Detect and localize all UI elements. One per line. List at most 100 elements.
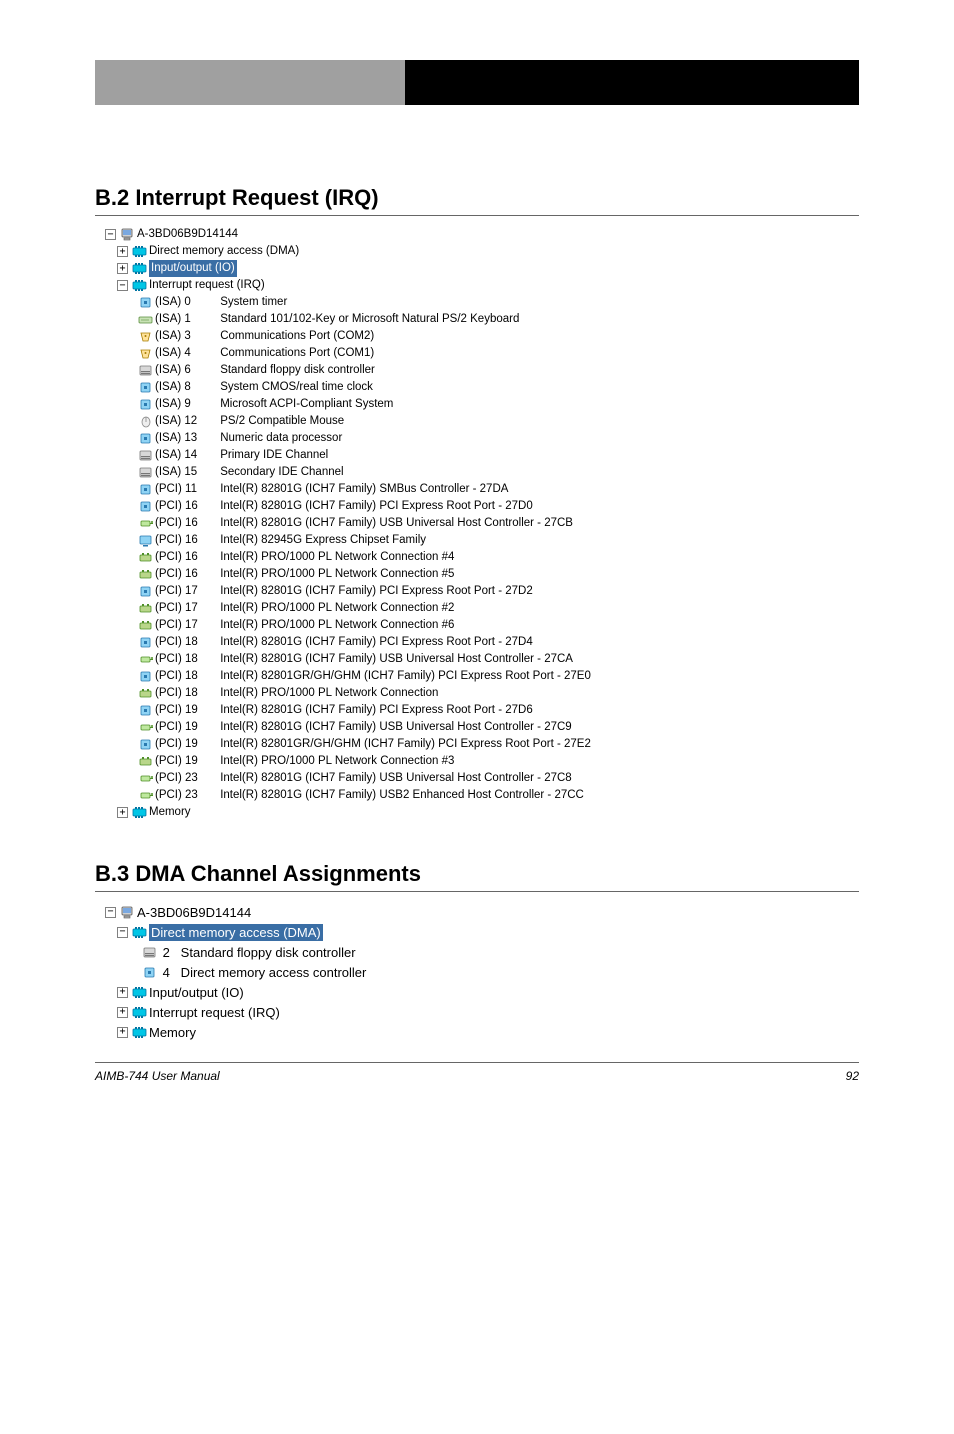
resource-icon: [131, 278, 147, 294]
resource-icon: [131, 805, 147, 821]
tree-item[interactable]: (PCI) 16 Intel(R) PRO/1000 PL Network Co…: [105, 549, 859, 566]
collapse-icon[interactable]: −: [117, 927, 128, 938]
computer-icon: [119, 904, 135, 920]
tree-item[interactable]: (ISA) 4 Communications Port (COM1): [105, 345, 859, 362]
tree-item[interactable]: (PCI) 17 Intel(R) 82801G (ICH7 Family) P…: [105, 583, 859, 600]
port-icon: [137, 329, 153, 345]
chip-icon: [137, 669, 153, 685]
tree-item[interactable]: (ISA) 3 Communications Port (COM2): [105, 328, 859, 345]
tree-item[interactable]: (PCI) 16 Intel(R) 82801G (ICH7 Family) U…: [105, 515, 859, 532]
tree-node-dma[interactable]: + Direct memory access (DMA): [105, 243, 859, 260]
tree-item[interactable]: (PCI) 16 Intel(R) PRO/1000 PL Network Co…: [105, 566, 859, 583]
chip-icon: [137, 431, 153, 447]
floppy-icon: [137, 448, 153, 464]
tree-item[interactable]: (PCI) 19 Intel(R) 82801GR/GH/GHM (ICH7 F…: [105, 736, 859, 753]
tree-item[interactable]: (PCI) 23 Intel(R) 82801G (ICH7 Family) U…: [105, 787, 859, 804]
usb-icon: [137, 788, 153, 804]
floppy-icon: [141, 944, 157, 960]
header-right-title: [405, 60, 859, 105]
tree-item[interactable]: (ISA) 1 Standard 101/102-Key or Microsof…: [105, 311, 859, 328]
net-icon: [137, 754, 153, 770]
chip-icon: [137, 703, 153, 719]
floppy-icon: [137, 363, 153, 379]
page-header: [95, 60, 859, 105]
tree-item[interactable]: (ISA) 14 Primary IDE Channel: [105, 447, 859, 464]
tree-item[interactable]: (PCI) 18 Intel(R) 82801G (ICH7 Family) U…: [105, 651, 859, 668]
usb-icon: [137, 516, 153, 532]
chip-icon: [137, 584, 153, 600]
tree-item[interactable]: (PCI) 18 Intel(R) PRO/1000 PL Network Co…: [105, 685, 859, 702]
resource-icon: [131, 244, 147, 260]
chip-icon: [137, 295, 153, 311]
tree-item[interactable]: (PCI) 23 Intel(R) 82801G (ICH7 Family) U…: [105, 770, 859, 787]
chip-icon: [137, 499, 153, 515]
irq-tree: − A-3BD06B9D14144 + Direct memory access…: [105, 226, 859, 821]
section-dma-title: B.3 DMA Channel Assignments: [95, 861, 859, 892]
tree-root[interactable]: − A-3BD06B9D14144: [105, 226, 859, 243]
tree-item[interactable]: (PCI) 17 Intel(R) PRO/1000 PL Network Co…: [105, 600, 859, 617]
monitor-icon: [137, 533, 153, 549]
tree-item[interactable]: (ISA) 12 PS/2 Compatible Mouse: [105, 413, 859, 430]
dma-tree: − A-3BD06B9D14144 − Direct memory access…: [105, 902, 859, 1042]
tree-item[interactable]: (PCI) 16 Intel(R) 82945G Express Chipset…: [105, 532, 859, 549]
tree-node-io[interactable]: + Input/output (IO): [105, 982, 859, 1002]
page-footer: AIMB-744 User Manual 92: [95, 1062, 859, 1083]
tree-item[interactable]: (PCI) 16 Intel(R) 82801G (ICH7 Family) P…: [105, 498, 859, 515]
tree-item[interactable]: 2 Standard floppy disk controller: [105, 942, 859, 962]
tree-item[interactable]: (ISA) 6 Standard floppy disk controller: [105, 362, 859, 379]
tree-node-irq[interactable]: − Interrupt request (IRQ): [105, 277, 859, 294]
chip-icon: [137, 635, 153, 651]
tree-node-dma[interactable]: − Direct memory access (DMA): [105, 922, 859, 942]
tree-item[interactable]: (PCI) 17 Intel(R) PRO/1000 PL Network Co…: [105, 617, 859, 634]
tree-node-io[interactable]: + Input/output (IO): [105, 260, 859, 277]
tree-root[interactable]: − A-3BD06B9D14144: [105, 902, 859, 922]
collapse-icon[interactable]: −: [105, 907, 116, 918]
net-icon: [137, 686, 153, 702]
expand-icon[interactable]: +: [117, 263, 128, 274]
tree-item[interactable]: 4 Direct memory access controller: [105, 962, 859, 982]
collapse-icon[interactable]: −: [117, 280, 128, 291]
section-irq-title: B.2 Interrupt Request (IRQ): [95, 185, 859, 216]
expand-icon[interactable]: +: [117, 1007, 128, 1018]
resource-icon: [131, 1004, 147, 1020]
tree-item[interactable]: (PCI) 18 Intel(R) 82801GR/GH/GHM (ICH7 F…: [105, 668, 859, 685]
port-icon: [137, 346, 153, 362]
tree-item[interactable]: (ISA) 0 System timer: [105, 294, 859, 311]
tree-item[interactable]: (PCI) 19 Intel(R) 82801G (ICH7 Family) U…: [105, 719, 859, 736]
footer-right: 92: [846, 1069, 859, 1083]
tree-item[interactable]: (ISA) 13 Numeric data processor: [105, 430, 859, 447]
tree-item[interactable]: (PCI) 19 Intel(R) PRO/1000 PL Network Co…: [105, 753, 859, 770]
net-icon: [137, 567, 153, 583]
mouse-icon: [137, 414, 153, 430]
net-icon: [137, 550, 153, 566]
keyboard-icon: [137, 312, 153, 328]
usb-icon: [137, 652, 153, 668]
expand-icon[interactable]: +: [117, 246, 128, 257]
computer-icon: [119, 227, 135, 243]
tree-item[interactable]: (ISA) 8 System CMOS/real time clock: [105, 379, 859, 396]
tree-item[interactable]: (PCI) 11 Intel(R) 82801G (ICH7 Family) S…: [105, 481, 859, 498]
resource-icon: [131, 261, 147, 277]
usb-icon: [137, 720, 153, 736]
expand-icon[interactable]: +: [117, 987, 128, 998]
expand-icon[interactable]: +: [117, 1027, 128, 1038]
selected-label: Input/output (IO): [149, 260, 237, 277]
expand-icon[interactable]: +: [117, 807, 128, 818]
selected-label: Direct memory access (DMA): [149, 924, 323, 941]
tree-node-memory[interactable]: + Memory: [105, 1022, 859, 1042]
resource-icon: [131, 984, 147, 1000]
net-icon: [137, 601, 153, 617]
tree-item[interactable]: (ISA) 9 Microsoft ACPI-Compliant System: [105, 396, 859, 413]
collapse-icon[interactable]: −: [105, 229, 116, 240]
net-icon: [137, 618, 153, 634]
footer-left: AIMB-744 User Manual: [95, 1069, 220, 1083]
tree-node-irq[interactable]: + Interrupt request (IRQ): [105, 1002, 859, 1022]
tree-item[interactable]: (ISA) 15 Secondary IDE Channel: [105, 464, 859, 481]
tree-item[interactable]: (PCI) 19 Intel(R) 82801G (ICH7 Family) P…: [105, 702, 859, 719]
chip-icon: [141, 964, 157, 980]
resource-icon: [131, 924, 147, 940]
chip-icon: [137, 737, 153, 753]
tree-node-memory[interactable]: + Memory: [105, 804, 859, 821]
tree-item[interactable]: (PCI) 18 Intel(R) 82801G (ICH7 Family) P…: [105, 634, 859, 651]
chip-icon: [137, 380, 153, 396]
